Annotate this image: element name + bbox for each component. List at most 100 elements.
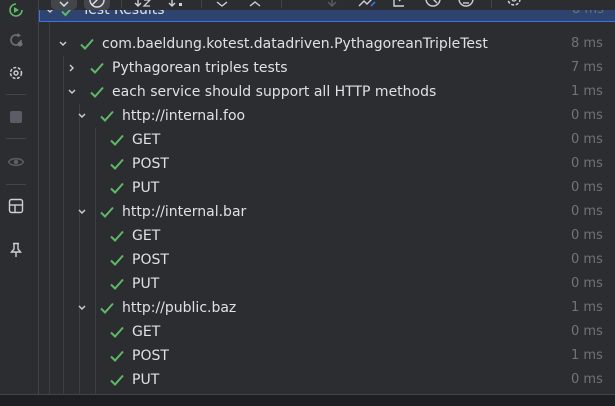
test-runner-window: Test Results 8 ms com.baeldung.kotest.da… [0, 0, 615, 406]
tree-row-duration: 1 ms [571, 84, 603, 99]
tree-row-service[interactable]: http://internal.foo 0 ms [39, 104, 615, 128]
stop-icon[interactable] [6, 107, 26, 127]
passed-check-icon [79, 32, 95, 56]
tree-row-label: http://internal.foo [122, 108, 246, 124]
import-icon[interactable] [357, 0, 377, 10]
passed-check-icon [109, 152, 125, 176]
passed-check-icon [89, 80, 105, 104]
passed-check-icon [99, 200, 115, 224]
tree-row-method[interactable]: PUT 0 ms [39, 272, 615, 296]
tree-row-method[interactable]: POST 0 ms [39, 152, 615, 176]
tree-row-method[interactable]: GET 0 ms [39, 224, 615, 248]
chevron-down-icon[interactable] [58, 32, 68, 56]
expand-all-icon[interactable] [214, 0, 230, 10]
tree-row-duration: 8 ms [572, 10, 615, 23]
passed-check-icon [109, 224, 125, 248]
export-icon[interactable] [391, 0, 409, 10]
chevron-down-icon[interactable] [45, 10, 55, 23]
side-separator [6, 94, 26, 95]
tree-row-duration: 7 ms [571, 60, 603, 75]
passed-check-icon [99, 104, 115, 128]
tree-row-label: GET [132, 132, 161, 148]
tree-row-method[interactable]: GET 0 ms [39, 128, 615, 152]
tree-row-suite[interactable]: Pythagorean triples tests 7 ms [39, 56, 615, 80]
settings-icon[interactable] [505, 0, 523, 10]
previous-failed-icon[interactable] [324, 0, 340, 10]
history-clock-icon[interactable] [457, 0, 475, 10]
passed-check-icon [109, 248, 125, 272]
tree-row-label: POST [132, 252, 169, 268]
tree-row-label: http://public.baz [122, 300, 237, 316]
tree-row-label: POST [132, 156, 169, 172]
test-results-root[interactable]: Test Results 8 ms [39, 10, 615, 22]
tree-row-label: GET [132, 324, 161, 340]
tree-row-duration: 8 ms [571, 36, 603, 51]
chevron-down-icon [58, 0, 70, 10]
tree-row-service[interactable]: http://internal.bar 0 ms [39, 200, 615, 224]
tree-row-label: GET [132, 228, 161, 244]
passed-check-icon [109, 368, 125, 392]
passed-check-icon [89, 56, 105, 80]
history-icon[interactable] [424, 0, 442, 10]
tree-row-test-class[interactable]: com.baeldung.kotest.datadriven.Pythagore… [39, 32, 615, 56]
chevron-right-icon[interactable] [67, 56, 77, 80]
side-separator [6, 138, 26, 139]
tree-row-label: PUT [132, 372, 160, 388]
rerun-failed-icon[interactable] [6, 30, 26, 50]
passed-check-icon [59, 10, 75, 23]
tree-row-duration: 0 ms [571, 252, 603, 267]
tree-row-method[interactable]: GET 0 ms [39, 320, 615, 344]
tree-row-duration: 1 ms [571, 300, 603, 315]
sort-alpha-icon[interactable] [134, 0, 154, 10]
pin-icon[interactable] [6, 240, 26, 260]
bottom-bar [0, 394, 615, 406]
test-results-tree: Test Results 8 ms com.baeldung.kotest.da… [39, 10, 615, 394]
chevron-down-icon[interactable] [67, 80, 77, 104]
tree-row-suite[interactable]: each service should support all HTTP met… [39, 80, 615, 104]
tree-row-method[interactable]: PUT 0 ms [39, 176, 615, 200]
passed-check-icon [99, 296, 115, 320]
tree-row-label: POST [132, 348, 169, 364]
passed-check-icon [109, 128, 125, 152]
passed-check-icon [109, 176, 125, 200]
passed-check-icon [109, 320, 125, 344]
tree-row-duration: 0 ms [571, 276, 603, 291]
passed-check-icon [109, 344, 125, 368]
tree-row-label: com.baeldung.kotest.datadriven.Pythagore… [102, 36, 488, 52]
tree-row-duration: 0 ms [571, 228, 603, 243]
collapse-all-icon[interactable] [247, 0, 263, 10]
side-separator [6, 184, 26, 185]
eye-icon[interactable] [6, 152, 26, 172]
test-toolbar [39, 0, 615, 10]
side-toolbar [0, 0, 32, 394]
tree-row-duration: 0 ms [571, 204, 603, 219]
tree-row-duration: 0 ms [571, 156, 603, 171]
toolbar-separator [281, 0, 282, 8]
rerun-icon[interactable] [6, 0, 26, 20]
layout-icon[interactable] [6, 196, 26, 216]
tree-row-duration: 0 ms [571, 372, 603, 387]
tree-row-method[interactable]: PUT 0 ms [39, 368, 615, 392]
toolbar-separator [201, 0, 202, 8]
tree-row-label: PUT [132, 276, 160, 292]
sort-duration-icon[interactable] [168, 0, 188, 10]
tree-row-method[interactable]: POST 0 ms [39, 248, 615, 272]
settings-icon[interactable] [6, 63, 26, 83]
tree-row-label: PUT [132, 180, 160, 196]
chevron-down-icon[interactable] [77, 200, 87, 224]
toolbar-separator [491, 0, 492, 8]
cancel-icon [89, 0, 105, 10]
tree-row-duration: 1 ms [571, 348, 603, 363]
toolbar-separator [121, 0, 122, 8]
tree-row-duration: 0 ms [571, 180, 603, 195]
tree-row-service[interactable]: http://public.baz 1 ms [39, 296, 615, 320]
tree-row-method[interactable]: POST 1 ms [39, 344, 615, 368]
tree-row-duration: 0 ms [571, 324, 603, 339]
tree-row-label: each service should support all HTTP met… [112, 84, 437, 100]
chevron-down-icon[interactable] [77, 104, 87, 128]
passed-check-icon [109, 272, 125, 296]
tree-row-label: Pythagorean triples tests [112, 60, 288, 76]
tree-row-label: http://internal.bar [122, 204, 247, 220]
tree-row-duration: 0 ms [571, 108, 603, 123]
chevron-down-icon[interactable] [77, 296, 87, 320]
